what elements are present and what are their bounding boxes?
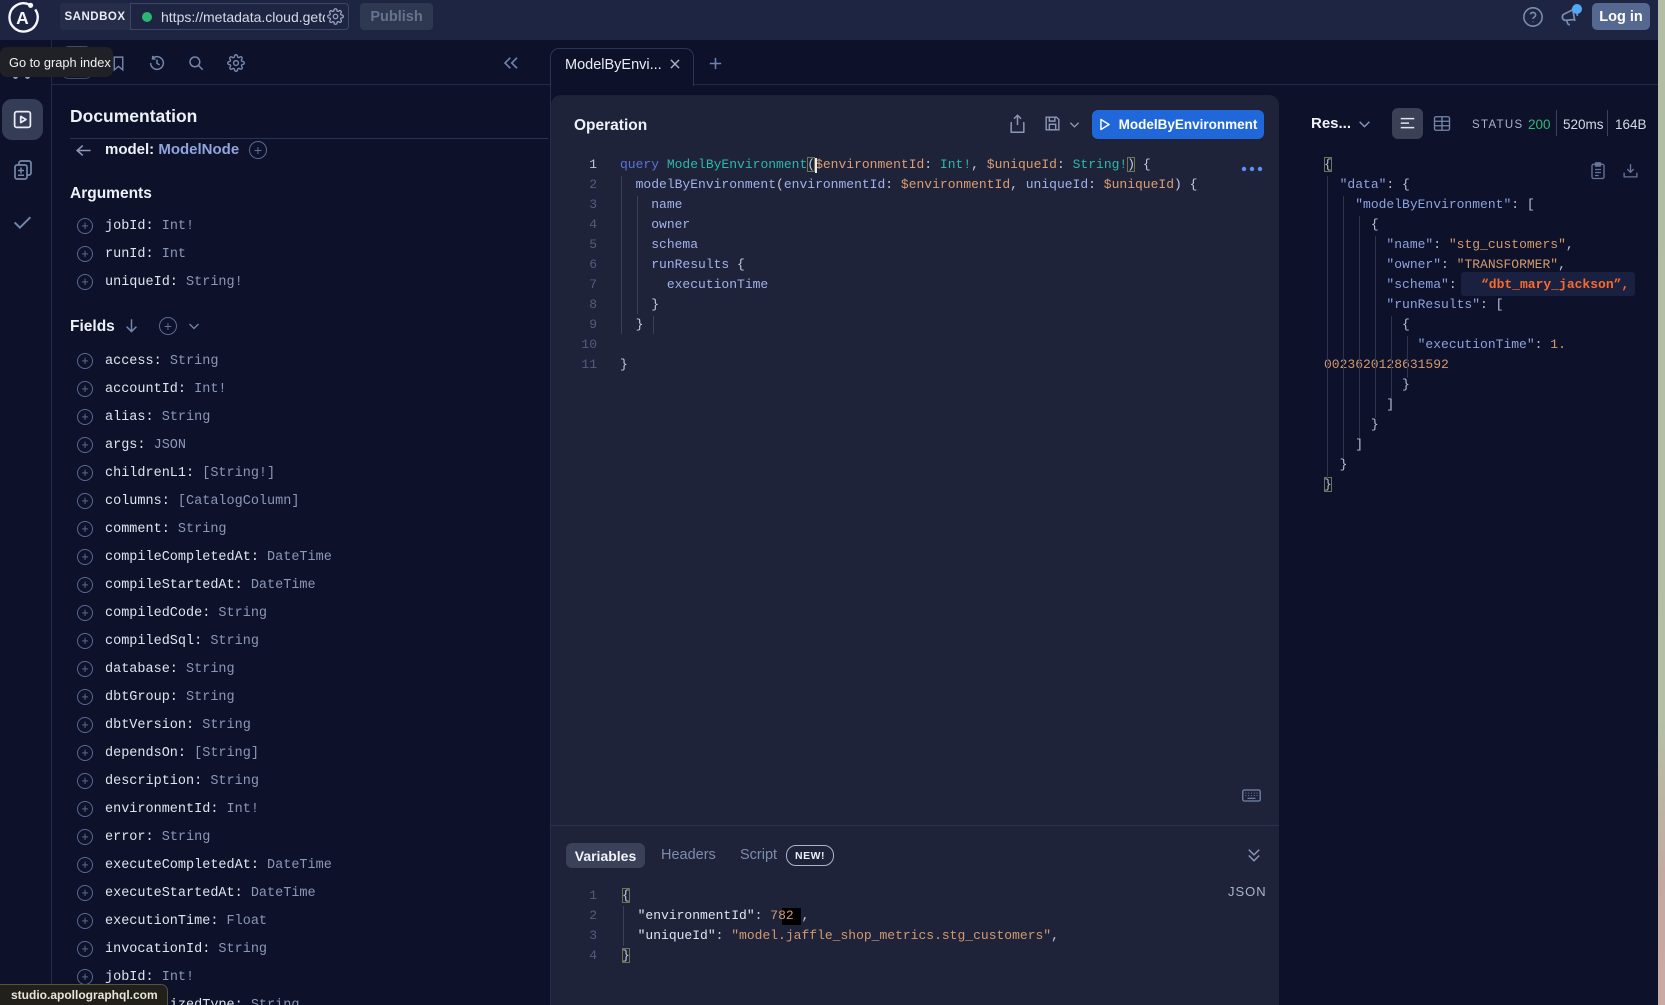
svg-text:A: A [16, 8, 29, 28]
